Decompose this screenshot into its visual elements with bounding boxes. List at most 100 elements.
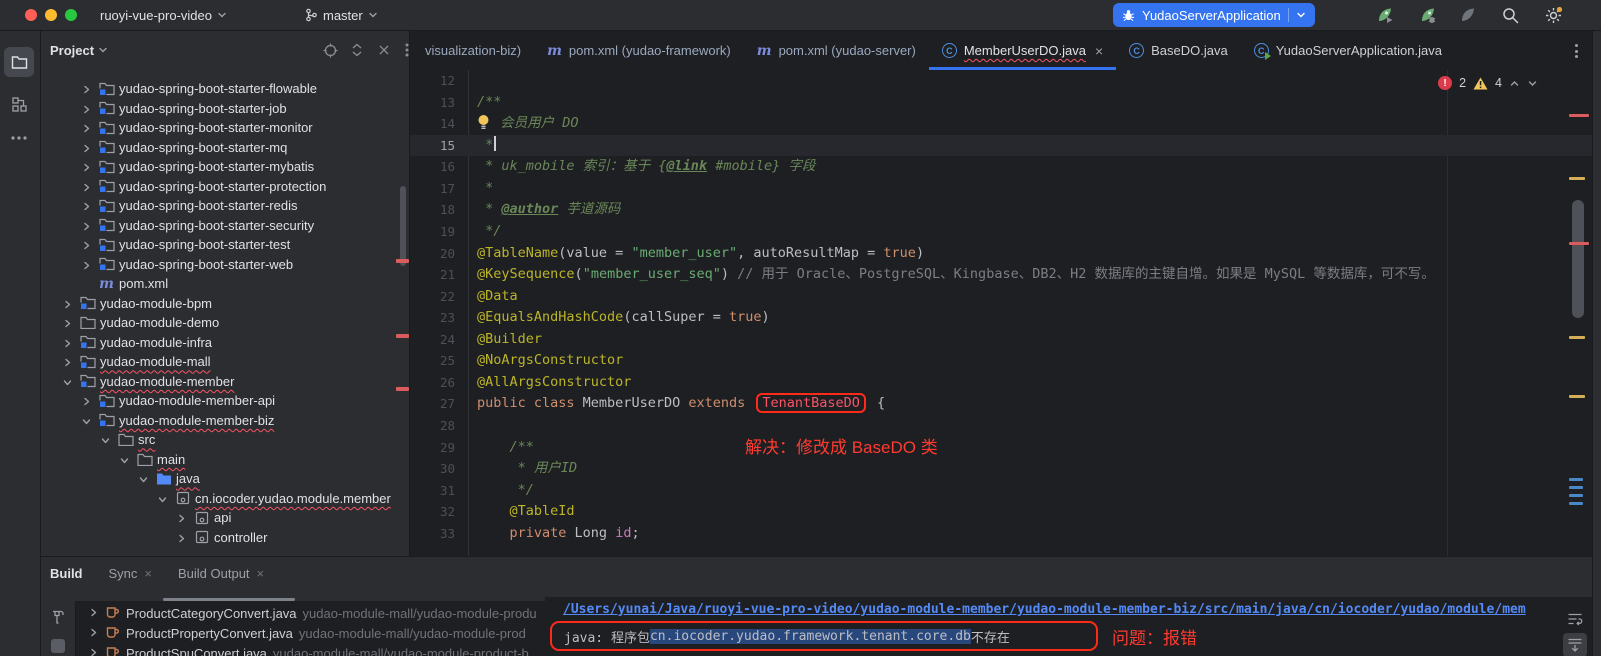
tree-item-yudao-spring-boot-starter-security[interactable]: yudao-spring-boot-starter-security <box>41 216 409 236</box>
chevron-right-icon[interactable] <box>81 83 94 94</box>
tab-options-icon[interactable] <box>1575 44 1578 58</box>
editor-scrollbar-thumb[interactable] <box>1572 200 1584 318</box>
profiler-button[interactable] <box>1458 5 1478 25</box>
tree-item-yudao-spring-boot-starter-web[interactable]: yudao-spring-boot-starter-web <box>41 255 409 275</box>
chevron-down-icon[interactable] <box>138 473 151 484</box>
line-number[interactable]: 20 <box>410 243 455 265</box>
chevron-right-icon[interactable] <box>81 142 94 153</box>
tree-item-yudao-module-infra[interactable]: yudao-module-infra <box>41 333 409 353</box>
tab-visualization-biz[interactable]: visualization-biz) <box>412 31 534 70</box>
code-area[interactable]: 1213/**14 会员用户 DO15 *16 * uk_mobile 索引：基… <box>410 70 1592 544</box>
line-number[interactable]: 29 <box>410 437 455 459</box>
error-stripe-mark[interactable] <box>1569 494 1583 497</box>
tab-pom-xml-yudao-framework[interactable]: mpom.xml (yudao-framework) <box>534 31 744 70</box>
branch-selector[interactable]: master <box>305 0 378 30</box>
line-number[interactable]: 28 <box>410 415 455 437</box>
tree-item-api[interactable]: api <box>41 508 409 528</box>
line-number[interactable]: 33 <box>410 523 455 545</box>
code-line-13[interactable]: 13/** <box>410 92 1592 114</box>
chevron-right-icon[interactable] <box>176 532 189 543</box>
tab-pom-xml-yudao-server[interactable]: mpom.xml (yudao-server) <box>744 31 929 70</box>
chevron-right-icon[interactable] <box>81 103 94 114</box>
chevron-right-icon[interactable] <box>88 626 99 641</box>
chevron-right-icon[interactable] <box>88 606 99 621</box>
chevron-right-icon[interactable] <box>81 161 94 172</box>
chevron-right-icon[interactable] <box>81 239 94 250</box>
chevron-right-icon[interactable] <box>81 220 94 231</box>
tree-item-yudao-spring-boot-starter-redis[interactable]: yudao-spring-boot-starter-redis <box>41 196 409 216</box>
chevron-right-icon[interactable] <box>81 259 94 270</box>
line-number[interactable]: 12 <box>410 70 455 92</box>
tree-item-src[interactable]: src <box>41 430 409 450</box>
project-panel-title[interactable]: Project <box>50 43 108 58</box>
line-number[interactable]: 31 <box>410 480 455 502</box>
error-stripe-mark[interactable] <box>1569 478 1583 481</box>
tree-item-yudao-spring-boot-starter-protection[interactable]: yudao-spring-boot-starter-protection <box>41 177 409 197</box>
chevron-right-icon[interactable] <box>62 317 75 328</box>
more-tool-windows-button[interactable] <box>4 123 34 153</box>
code-line-25[interactable]: 25@NoArgsConstructor <box>410 350 1592 372</box>
line-number[interactable]: 25 <box>410 350 455 372</box>
soft-wrap-icon[interactable] <box>1563 607 1587 631</box>
code-line-23[interactable]: 23@EqualsAndHashCode(callSuper = true) <box>410 307 1592 329</box>
tree-item-controller[interactable]: controller <box>41 528 409 548</box>
tab-sync[interactable]: Sync× <box>109 566 153 581</box>
line-number[interactable]: 22 <box>410 286 455 308</box>
tree-item-yudao-module-member-api[interactable]: yudao-module-member-api <box>41 391 409 411</box>
line-number[interactable]: 30 <box>410 458 455 480</box>
tree-error-mark[interactable] <box>396 334 409 338</box>
error-stripe-mark[interactable] <box>1569 395 1585 398</box>
code-line-18[interactable]: 18 * @author 芋道源码 <box>410 199 1592 221</box>
chevron-down-icon[interactable] <box>81 415 94 426</box>
chevron-right-icon[interactable] <box>81 181 94 192</box>
tab-basedo-java[interactable]: CBaseDO.java <box>1116 31 1241 70</box>
tree-item-pom-xml[interactable]: mpom.xml <box>41 274 409 294</box>
chevron-right-icon[interactable] <box>62 356 75 367</box>
source-file-link[interactable]: /Users/yunai/Java/ruoyi-vue-pro-video/yu… <box>563 602 1526 617</box>
chevron-right-icon[interactable] <box>62 298 75 309</box>
line-number[interactable]: 27 <box>410 393 455 415</box>
collapse-all-icon[interactable] <box>375 42 393 58</box>
code-line-24[interactable]: 24@Builder <box>410 329 1592 351</box>
code-line-29[interactable]: 29 /** <box>410 437 1592 459</box>
code-line-14[interactable]: 14 会员用户 DO <box>410 113 1592 135</box>
tree-error-mark[interactable] <box>396 387 409 391</box>
chevron-right-icon[interactable] <box>176 512 189 523</box>
code-line-19[interactable]: 19 */ <box>410 221 1592 243</box>
tree-item-java[interactable]: java <box>41 469 409 489</box>
code-line-21[interactable]: 21@KeySequence("member_user_seq") // 用于 … <box>410 264 1592 286</box>
line-number[interactable]: 17 <box>410 178 455 200</box>
close-icon[interactable]: × <box>1095 43 1103 59</box>
line-number[interactable]: 23 <box>410 307 455 329</box>
line-number[interactable]: 16 <box>410 156 455 178</box>
run-button[interactable] <box>1375 5 1395 25</box>
code-line-30[interactable]: 30 * 用户ID <box>410 458 1592 480</box>
stop-icon[interactable] <box>51 639 65 653</box>
code-line-22[interactable]: 22@Data <box>410 286 1592 308</box>
chevron-down-icon[interactable] <box>119 454 132 465</box>
tree-item-yudao-module-mall[interactable]: yudao-module-mall <box>41 352 409 372</box>
error-stripe-mark[interactable] <box>1569 486 1583 489</box>
window-zoom-button[interactable] <box>65 9 77 21</box>
code-line-32[interactable]: 32 @TableId <box>410 501 1592 523</box>
chevron-right-icon[interactable] <box>81 395 94 406</box>
line-number[interactable]: 19 <box>410 221 455 243</box>
tree-item-yudao-spring-boot-starter-mq[interactable]: yudao-spring-boot-starter-mq <box>41 138 409 158</box>
tree-item-main[interactable]: main <box>41 450 409 470</box>
run-configuration-button[interactable]: YudaoServerApplication <box>1113 3 1315 27</box>
code-line-26[interactable]: 26@AllArgsConstructor <box>410 372 1592 394</box>
code-line-27[interactable]: 27public class MemberUserDO extends Tena… <box>410 393 1592 415</box>
scroll-to-end-icon[interactable] <box>1563 633 1587 656</box>
build-hammer-icon[interactable] <box>50 609 66 628</box>
project-selector[interactable]: ruoyi-vue-pro-video <box>100 0 227 30</box>
window-close-button[interactable] <box>25 9 37 21</box>
code-line-31[interactable]: 31 */ <box>410 480 1592 502</box>
intention-bulb-icon[interactable] <box>477 118 490 134</box>
line-number[interactable]: 21 <box>410 264 455 286</box>
code-line-17[interactable]: 17 * <box>410 178 1592 200</box>
close-icon[interactable]: × <box>144 566 152 581</box>
code-line-20[interactable]: 20@TableName(value = "member_user", auto… <box>410 243 1592 265</box>
tree-item-yudao-spring-boot-starter-mybatis[interactable]: yudao-spring-boot-starter-mybatis <box>41 157 409 177</box>
code-line-15[interactable]: 15 * <box>410 135 1592 157</box>
build-window-title[interactable]: Build <box>50 566 83 581</box>
